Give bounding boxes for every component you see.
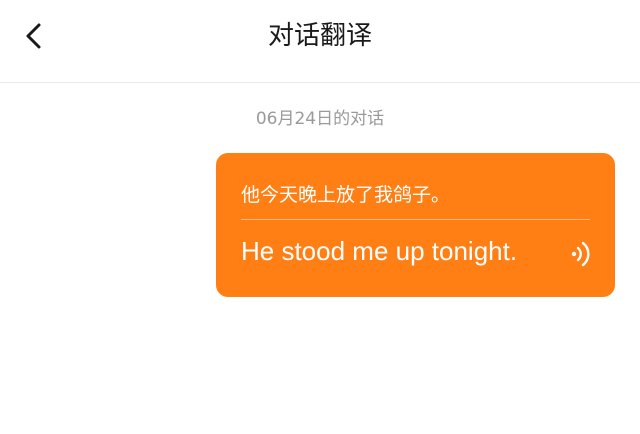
translation-message-bubble[interactable]: 他今天晚上放了我鸽子。 He stood me up tonight. [216,153,615,297]
source-text: 他今天晚上放了我鸽子。 [241,184,451,206]
page-title: 对话翻译 [267,21,372,51]
translated-text: He stood me up tonight. [241,236,518,266]
conversation-date-label: 06月24日的对话 [255,109,385,129]
message-divider [241,219,590,220]
speaker-icon [571,241,590,267]
top-bar: 对话翻译 [0,0,640,83]
play-audio-button[interactable] [567,239,595,269]
